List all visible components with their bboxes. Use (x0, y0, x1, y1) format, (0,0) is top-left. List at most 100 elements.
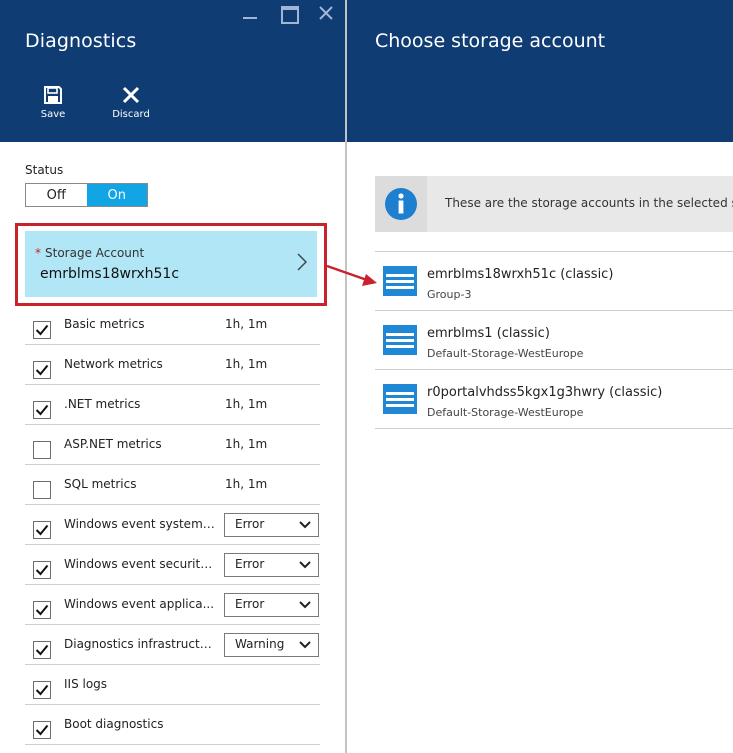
save-label: Save (40, 109, 66, 120)
metric-name: Diagnostics infrastructu... (64, 637, 216, 651)
metric-checkbox[interactable] (33, 441, 51, 459)
status-toggle[interactable]: Off On (25, 183, 148, 207)
metric-checkbox[interactable] (33, 361, 51, 379)
log-level-dropdown[interactable]: Warning (224, 633, 319, 657)
metric-checkbox[interactable] (33, 521, 51, 539)
minimize-icon[interactable] (241, 4, 259, 22)
metrics-list: Basic metrics 1h, 1m Network metrics 1h, 1m… (25, 305, 320, 745)
storage-account-group: Default-Storage-WestEurope (427, 347, 584, 360)
metric-checkbox[interactable] (33, 601, 51, 619)
storage-account-item[interactable]: r0portalvhdss5kgx1g3hwry (classic) Defaul… (375, 370, 733, 429)
save-icon (42, 84, 64, 106)
checkmark-icon (35, 324, 49, 336)
metric-name: Windows event security... (64, 557, 216, 571)
storage-account-value: emrblms18wrxh51c (40, 266, 180, 282)
metric-name: Windows event system ... (64, 517, 216, 531)
metric-checkbox[interactable] (33, 321, 51, 339)
checkmark-icon (35, 644, 49, 656)
metric-checkbox[interactable] (33, 681, 51, 699)
metric-row: Network metrics 1h, 1m (25, 345, 320, 385)
log-level-value: Error (235, 557, 265, 571)
storage-account-label: * Storage Account (35, 246, 144, 260)
metric-retention-period: 1h, 1m (225, 357, 268, 371)
metric-row: Windows event security... Error (25, 545, 320, 585)
storage-account-label-text: Storage Account (45, 246, 145, 260)
storage-account-selector[interactable]: * Storage Account emrblms18wrxh51c (25, 231, 317, 297)
log-level-value: Warning (235, 637, 285, 651)
info-banner: These are the storage accounts in the se… (375, 176, 733, 232)
metric-row: Boot diagnostics (25, 705, 320, 745)
close-blade-icon[interactable] (317, 4, 335, 22)
diagnostics-header: Diagnostics Save Discard (0, 0, 345, 142)
storage-account-highlight: * Storage Account emrblms18wrxh51c (15, 223, 327, 306)
metric-retention-period: 1h, 1m (225, 437, 268, 451)
maximize-icon[interactable] (279, 4, 299, 24)
metric-name: ASP.NET metrics (64, 437, 162, 451)
status-label: Status (25, 163, 64, 177)
log-level-value: Error (235, 517, 265, 531)
blade-title: Choose storage account (375, 30, 606, 52)
checkmark-icon (35, 404, 49, 416)
chevron-right-icon (297, 253, 308, 275)
metric-name: Basic metrics (64, 317, 145, 331)
discard-label: Discard (112, 109, 150, 120)
metric-row: Basic metrics 1h, 1m (25, 305, 320, 345)
command-bar: Save Discard (28, 84, 156, 120)
arrow-annotation-icon (326, 264, 377, 286)
metric-checkbox[interactable] (33, 561, 51, 579)
metric-retention-period: 1h, 1m (225, 477, 268, 491)
metric-retention-period: 1h, 1m (225, 317, 268, 331)
metric-row: ASP.NET metrics 1h, 1m (25, 425, 320, 465)
checkmark-icon (35, 604, 49, 616)
window-controls (241, 4, 335, 24)
storage-account-name: emrblms18wrxh51c (classic) (427, 267, 614, 282)
checkmark-icon (35, 524, 49, 536)
metric-row: Diagnostics infrastructu... Warning (25, 625, 320, 665)
storage-account-icon (383, 384, 417, 414)
metric-name: Windows event applica... (64, 597, 215, 611)
status-off-option[interactable]: Off (26, 184, 87, 206)
discard-button[interactable]: Discard (106, 84, 156, 120)
status-on-option[interactable]: On (86, 184, 147, 206)
storage-account-icon (383, 325, 417, 355)
metric-row: Windows event system ... Error (25, 505, 320, 545)
chevron-down-icon (299, 521, 311, 529)
choose-storage-blade: Choose storage account These are the sto… (347, 0, 733, 753)
metric-retention-period: 1h, 1m (225, 397, 268, 411)
diagnostics-blade: Diagnostics Save Discard Status Off On *… (0, 0, 345, 753)
metric-checkbox[interactable] (33, 401, 51, 419)
checkmark-icon (35, 684, 49, 696)
info-icon (375, 176, 427, 232)
chevron-down-icon (299, 601, 311, 609)
checkmark-icon (35, 364, 49, 376)
log-level-dropdown[interactable]: Error (224, 513, 319, 537)
blade-title: Diagnostics (25, 30, 137, 52)
metric-name: SQL metrics (64, 477, 137, 491)
close-icon (120, 84, 142, 106)
storage-account-group: Group-3 (427, 288, 472, 301)
metric-name: Boot diagnostics (64, 717, 164, 731)
metric-row: .NET metrics 1h, 1m (25, 385, 320, 425)
chevron-down-icon (299, 561, 311, 569)
metric-checkbox[interactable] (33, 641, 51, 659)
metric-row: SQL metrics 1h, 1m (25, 465, 320, 505)
storage-account-group: Default-Storage-WestEurope (427, 406, 584, 419)
chevron-down-icon (299, 641, 311, 649)
storage-accounts-list: emrblms18wrxh51c (classic) Group-3 emrblms… (375, 251, 733, 429)
storage-account-icon (383, 266, 417, 296)
metric-checkbox[interactable] (33, 481, 51, 499)
checkmark-icon (35, 564, 49, 576)
metric-checkbox[interactable] (33, 721, 51, 739)
storage-account-name: emrblms1 (classic) (427, 326, 550, 341)
metric-name: .NET metrics (64, 397, 141, 411)
storage-account-item[interactable]: emrblms18wrxh51c (classic) Group-3 (375, 252, 733, 311)
choose-storage-header: Choose storage account (347, 0, 733, 142)
log-level-dropdown[interactable]: Error (224, 593, 319, 617)
info-text: These are the storage accounts in the se… (445, 196, 733, 210)
save-button[interactable]: Save (28, 84, 78, 120)
metric-name: Network metrics (64, 357, 163, 371)
metric-name: IIS logs (64, 677, 108, 691)
required-marker: * (35, 246, 41, 260)
storage-account-item[interactable]: emrblms1 (classic) Default-Storage-WestEu… (375, 311, 733, 370)
log-level-dropdown[interactable]: Error (224, 553, 319, 577)
